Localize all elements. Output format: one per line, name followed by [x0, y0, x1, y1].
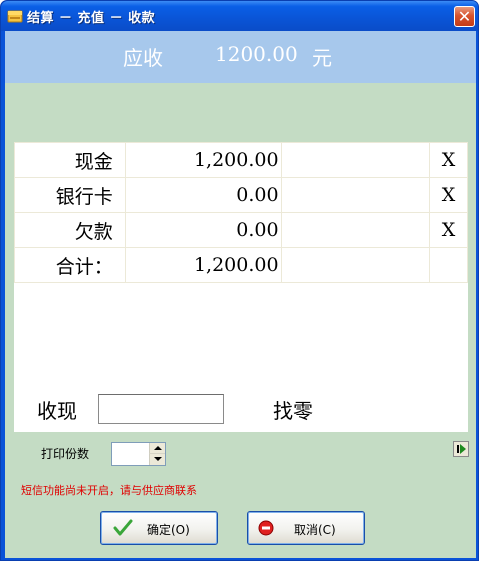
amount-due-value: 1200.00: [215, 42, 298, 66]
remove-payment-button[interactable]: X: [429, 177, 468, 213]
payment-method: 欠款: [14, 212, 126, 248]
app-icon: [7, 10, 23, 23]
payment-extra-cell: [429, 247, 468, 283]
next-button[interactable]: [453, 441, 469, 457]
dialog-body: 应收 1200.00 元 现金 1,200.00 X 银行卡 0.00 X 欠款…: [5, 31, 476, 558]
payment-amount[interactable]: 1,200.00: [124, 142, 282, 178]
payment-panel: 现金 1,200.00 X 银行卡 0.00 X 欠款 0.00 X 合计： 1…: [14, 142, 468, 432]
next-arrow: [460, 444, 466, 454]
amount-due-unit: 元: [312, 46, 332, 70]
close-button[interactable]: ✕: [454, 6, 475, 27]
amount-due-banner: 应收 1200.00 元: [5, 31, 476, 83]
print-copies-value[interactable]: [112, 443, 149, 465]
remove-payment-button[interactable]: X: [429, 212, 468, 248]
payment-row-card: 银行卡 0.00 X: [14, 177, 468, 213]
confirm-label: 确定(O): [147, 523, 190, 537]
cash-received-input[interactable]: [98, 394, 224, 424]
payment-method: 现金: [14, 142, 126, 178]
payment-method: 银行卡: [14, 177, 126, 213]
amount-due-label: 应收: [123, 46, 163, 70]
payment-extra-cell: [280, 212, 431, 248]
chevron-up-icon: [154, 446, 162, 450]
payment-amount[interactable]: 0.00: [124, 177, 282, 213]
payment-row-credit: 欠款 0.00 X: [14, 212, 468, 248]
settlement-window: 结算 － 充值 － 收款 ✕ 应收 1200.00 元 现金 1,200.00 …: [0, 0, 479, 561]
print-copies-stepper[interactable]: [111, 442, 166, 466]
total-amount: 1,200.00: [124, 247, 282, 283]
next-icon: [457, 445, 459, 453]
sms-notice: 短信功能尚未开启，请与供应商联系: [21, 484, 197, 497]
total-label: 合计：: [14, 247, 126, 283]
check-icon: [113, 519, 133, 536]
confirm-button[interactable]: 确定(O): [100, 511, 218, 545]
spin-down-button[interactable]: [149, 454, 165, 465]
chevron-down-icon: [154, 457, 162, 461]
print-copies-label: 打印份数: [41, 447, 90, 461]
payment-extra-cell: [280, 177, 431, 213]
title-bar: 结算 － 充值 － 收款 ✕: [1, 1, 478, 31]
cancel-button[interactable]: 取消(C): [247, 511, 365, 545]
change-label: 找零: [273, 399, 313, 423]
payment-amount[interactable]: 0.00: [124, 212, 282, 248]
payment-row-cash: 现金 1,200.00 X: [14, 142, 468, 178]
close-icon: ✕: [457, 7, 472, 26]
payment-table: 现金 1,200.00 X 银行卡 0.00 X 欠款 0.00 X 合计： 1…: [14, 142, 468, 283]
cancel-label: 取消(C): [294, 523, 336, 537]
payment-row-total: 合计： 1,200.00: [14, 247, 468, 283]
window-title: 结算 － 充值 － 收款: [27, 11, 156, 26]
spin-up-button[interactable]: [149, 443, 165, 454]
payment-extra-cell: [280, 247, 431, 283]
remove-payment-button[interactable]: X: [429, 142, 468, 178]
payment-extra-cell: [280, 142, 431, 178]
cancel-icon: [258, 520, 274, 536]
cash-received-label: 收现: [37, 399, 77, 423]
